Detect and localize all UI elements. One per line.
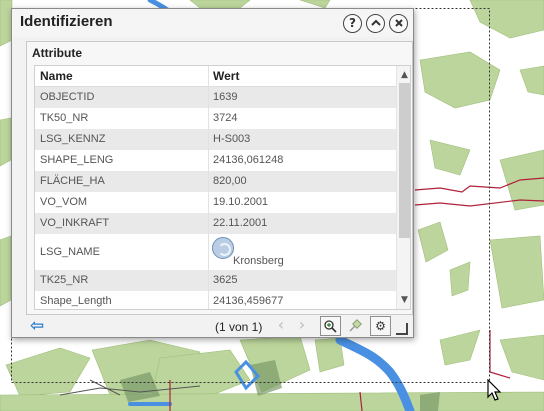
close-button[interactable] — [389, 14, 408, 33]
resize-handle[interactable] — [396, 323, 408, 335]
table-row[interactable]: Shape_Length 24136,459677 — [35, 291, 396, 309]
table-row[interactable]: OBJECTID 1639 — [35, 87, 396, 108]
attribute-value: H-S003 — [213, 133, 251, 145]
globe-icon[interactable] — [212, 237, 234, 259]
pin-icon — [348, 319, 362, 332]
table-row[interactable]: LSG_NAME Kronsberg — [35, 234, 396, 270]
table-row[interactable]: TK50_NR 3724 — [35, 108, 396, 129]
zoom-to-button[interactable] — [320, 316, 341, 336]
attribute-name: LSG_NAME — [35, 234, 209, 270]
grid-header: Name Wert — [35, 66, 396, 87]
attribute-name: VO_VOM — [35, 192, 209, 213]
collapse-button[interactable] — [366, 14, 385, 33]
chevron-right-icon[interactable]: › — [292, 316, 312, 336]
section-title: Attribute — [32, 46, 82, 60]
scroll-up-icon[interactable]: ▲ — [397, 67, 410, 83]
attribute-value: 24136,061248 — [213, 154, 284, 166]
mouse-cursor-icon — [487, 379, 502, 401]
attribute-value: 19.10.2001 — [213, 196, 269, 208]
attributes-panel: Attribute Name Wert OBJECTID 1639 TK50_N… — [26, 41, 413, 315]
close-icon — [394, 19, 403, 27]
identify-dialog: Identifizieren ? Attribute Name Wert OBJ… — [11, 8, 414, 338]
attribute-name: OBJECTID — [35, 87, 209, 108]
zoom-to-icon — [323, 320, 337, 333]
attribute-value: 1639 — [213, 91, 238, 103]
table-row[interactable]: VO_VOM 19.10.2001 — [35, 192, 396, 213]
attribute-name: VO_INKRAFT — [35, 213, 209, 234]
attribute-value: 22.11.2001 — [213, 217, 268, 229]
table-row[interactable]: VO_INKRAFT 22.11.2001 — [35, 213, 396, 234]
table-row[interactable]: SHAPE_LENG 24136,061248 — [35, 150, 396, 171]
scroll-down-icon[interactable]: ▼ — [397, 292, 410, 308]
attribute-name: Shape_Length — [35, 291, 209, 309]
table-row[interactable]: FLÄCHE_HA 820,00 — [35, 171, 396, 192]
attribute-grid: Name Wert OBJECTID 1639 TK50_NR 3724 LSG… — [34, 65, 411, 310]
dialog-titlebar[interactable]: Identifizieren ? — [12, 9, 413, 37]
scrollbar-thumb[interactable] — [399, 83, 410, 238]
dialog-footer: ⇦ (1 von 1) ‹ › ⚙ — [12, 315, 413, 337]
chevron-up-icon — [370, 19, 381, 26]
question-icon: ? — [349, 16, 356, 30]
settings-button[interactable]: ⚙ — [370, 316, 391, 336]
attribute-value: 24136,459677 — [213, 295, 284, 307]
chevron-left-icon[interactable]: ‹ — [271, 316, 291, 336]
dialog-title: Identifizieren — [20, 13, 113, 30]
pin-button[interactable] — [344, 316, 365, 336]
arrow-left-icon[interactable]: ⇦ — [30, 317, 44, 335]
attribute-value: 3625 — [213, 274, 238, 286]
pager-label: (1 von 1) — [215, 320, 263, 334]
attribute-name: TK50_NR — [35, 108, 209, 129]
attribute-name: LSG_KENNZ — [35, 129, 209, 150]
column-header-value[interactable]: Wert — [209, 66, 396, 86]
column-header-name[interactable]: Name — [35, 66, 209, 86]
table-row[interactable]: LSG_KENNZ H-S003 — [35, 129, 396, 150]
table-row[interactable]: TK25_NR 3625 — [35, 270, 396, 291]
attribute-name: FLÄCHE_HA — [35, 171, 209, 192]
attribute-value-cell: Kronsberg — [209, 234, 396, 270]
gear-icon: ⚙ — [375, 319, 386, 333]
attribute-value: Kronsberg — [233, 255, 284, 267]
attribute-name: TK25_NR — [35, 270, 209, 291]
help-button[interactable]: ? — [343, 14, 362, 33]
attribute-value: 3724 — [213, 112, 238, 124]
vertical-scrollbar[interactable]: ▲ ▼ — [396, 66, 410, 309]
attribute-name: SHAPE_LENG — [35, 150, 209, 171]
attribute-value: 820,00 — [213, 175, 247, 187]
